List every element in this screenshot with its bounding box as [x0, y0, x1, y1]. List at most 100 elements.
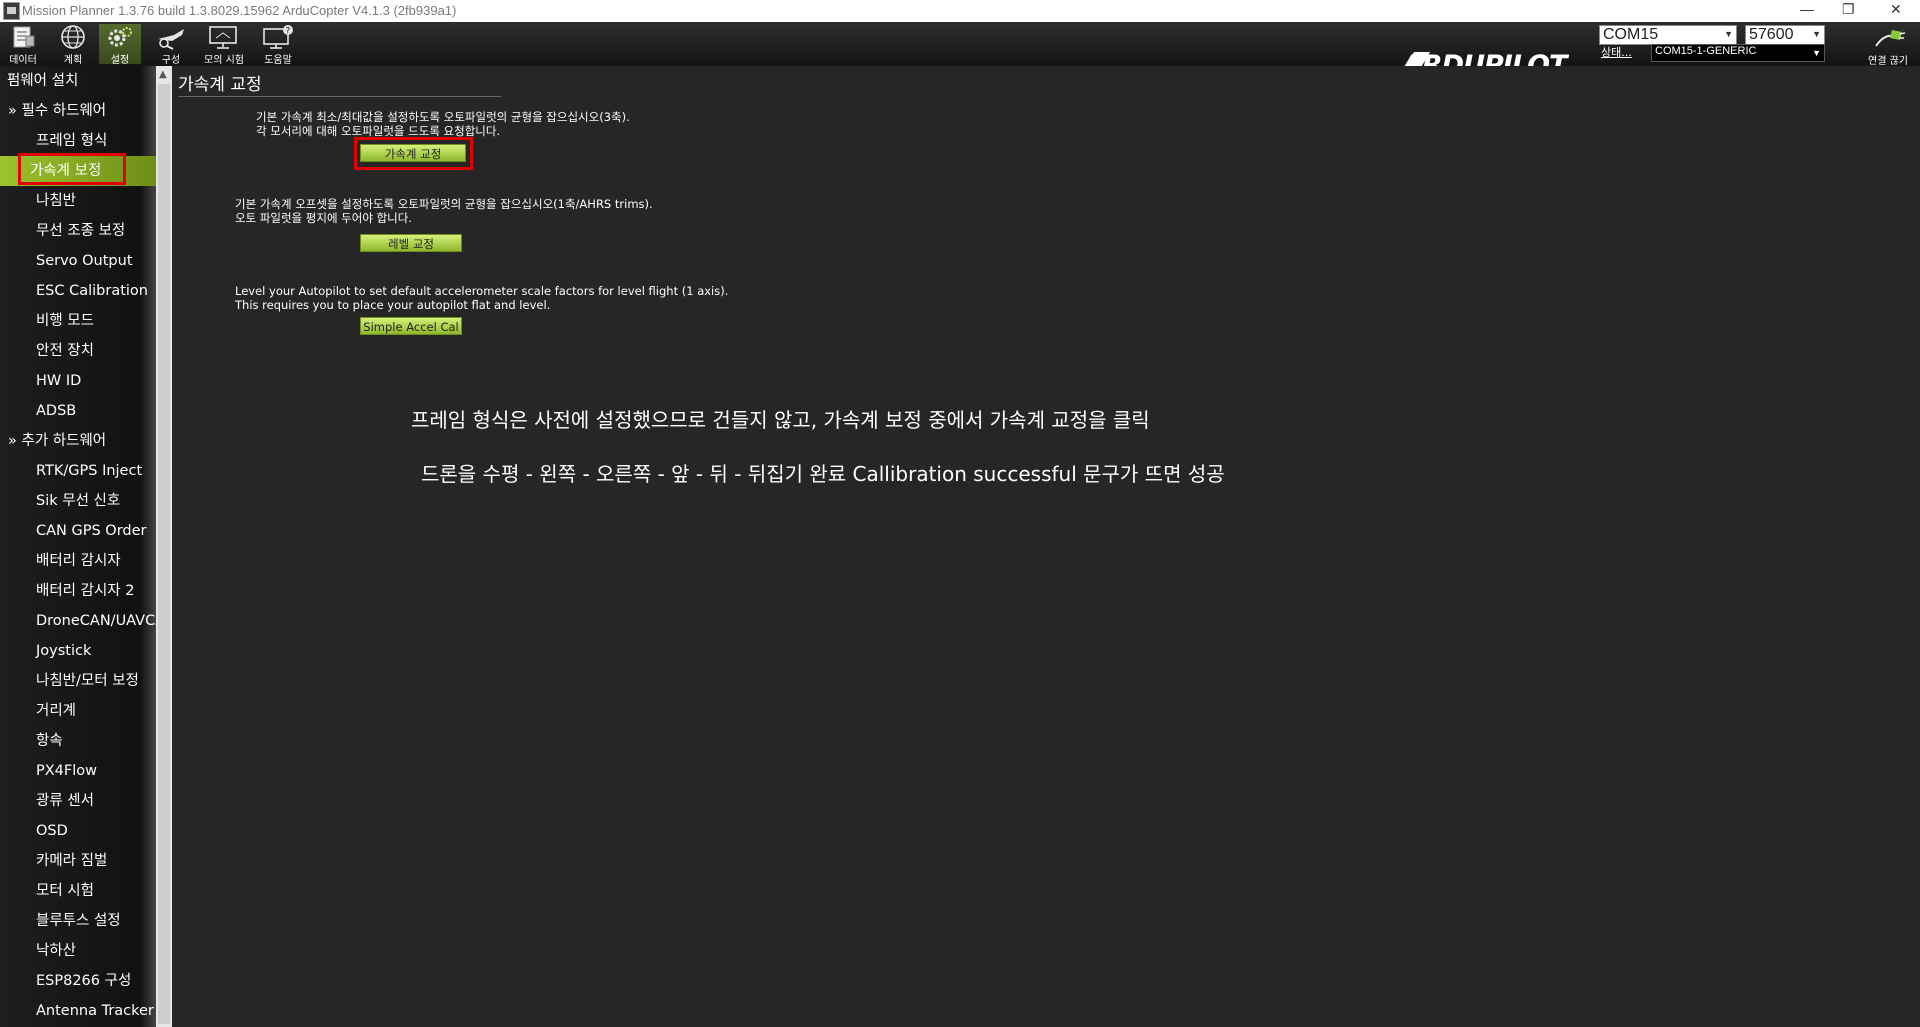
sidebar-header-optional-hardware[interactable]: » 추가 하드웨어 [0, 426, 156, 456]
accel-cal-description: 기본 가속계 최소/최대값을 설정하도록 오토파일럿의 균형을 잡으십시오(3축… [256, 110, 630, 138]
toolbar-setup-label: 설정 [110, 55, 130, 66]
plug-icon [1875, 30, 1906, 47]
sidebar-item-rangefinder[interactable]: 거리계 [0, 696, 156, 726]
sidebar-item-rtk-gps-inject[interactable]: RTK/GPS Inject [0, 456, 156, 486]
scroll-up-icon[interactable]: ▲ [159, 69, 167, 80]
toolbar-data-label: 데이터 [9, 55, 37, 66]
com-port-select[interactable]: COM15 ▼ [1599, 25, 1737, 45]
svg-text:?: ? [286, 27, 291, 37]
sidebar-item-airspeed[interactable]: 항속 [0, 726, 156, 756]
sidebar-item-label: Antenna Tracker [36, 1003, 154, 1019]
status-link[interactable]: 상태... [1601, 44, 1632, 60]
simple-cal-line1: Level your Autopilot to set default acce… [235, 284, 729, 298]
wrench-plane-icon [158, 29, 184, 50]
scrollbar-thumb[interactable] [158, 84, 170, 1024]
sidebar-item-flight-modes[interactable]: 비행 모드 [0, 306, 156, 336]
sidebar-item-label: HW ID [36, 373, 82, 389]
toolbar-config-button[interactable]: 구성 [150, 24, 192, 66]
sidebar-item-label: ESC Calibration [36, 283, 148, 299]
sidebar-item-esp8266[interactable]: ESP8266 구성 [0, 966, 156, 996]
sidebar-item-esc-calibration[interactable]: ESC Calibration [0, 276, 156, 306]
close-button[interactable]: ✕ [1890, 1, 1902, 18]
accel-cal-line1: 기본 가속계 최소/최대값을 설정하도록 오토파일럿의 균형을 잡으십시오(3축… [256, 110, 630, 124]
sidebar-item-install-firmware[interactable]: 펌웨어 설치 [0, 66, 156, 96]
sidebar-item-label: 펌웨어 설치 [7, 73, 79, 89]
annotation-instruction-1: 프레임 형식은 사전에 설정했으므로 건들지 않고, 가속계 보정 중에서 가속… [411, 408, 1150, 432]
sidebar-header-mandatory-hardware[interactable]: » 필수 하드웨어 [0, 96, 156, 126]
sidebar-item-label: DroneCAN/UAVCAN [36, 613, 156, 629]
sidebar-item-joystick[interactable]: Joystick [0, 636, 156, 666]
sidebar-item-label: 나침반 [36, 193, 77, 209]
baud-rate-value: 57600 [1749, 26, 1794, 43]
sidebar-item-antenna-tracker[interactable]: Antenna Tracker [0, 996, 156, 1026]
sidebar-item-label: 낙하산 [36, 943, 77, 959]
disconnect-button[interactable]: 연결 끊기 [1858, 26, 1918, 67]
accel-calibration-panel: 가속계 교정 기본 가속계 최소/최대값을 설정하도록 오토파일럿의 균형을 잡… [172, 66, 1920, 1027]
setup-sidebar: 펌웨어 설치 » 필수 하드웨어 프레임 형식 가속계 보정 나침반 무선 조종… [0, 66, 156, 1027]
chevron-down-icon: ▼ [1812, 48, 1821, 58]
toolbar-data-button[interactable]: 데이터 [2, 24, 44, 66]
sidebar-item-label: 광류 센서 [36, 793, 94, 809]
accel-cal-line2: 각 모서리에 대해 오토파일럿을 드도록 요청합니다. [256, 124, 501, 138]
sidebar-item-battery-monitor[interactable]: 배터리 감시자 [0, 546, 156, 576]
restore-button[interactable]: ❐ [1842, 1, 1855, 18]
sidebar-item-label: ADSB [36, 403, 77, 419]
sidebar-item-dronecan[interactable]: DroneCAN/UAVCAN [0, 606, 156, 636]
simple-accel-cal-button[interactable]: Simple Accel Cal [360, 317, 462, 335]
sidebar-item-osd[interactable]: OSD [0, 816, 156, 846]
sidebar-item-can-gps-order[interactable]: CAN GPS Order [0, 516, 156, 546]
port-detail-value: COM15-1-GENERIC [1655, 45, 1757, 57]
sidebar-item-frame-type[interactable]: 프레임 형식 [0, 126, 156, 156]
monitor-icon [209, 26, 237, 49]
sidebar-item-label: 비행 모드 [36, 313, 94, 329]
toolbar-help-button[interactable]: ? 도움말 [256, 24, 300, 66]
sidebar-item-label: 프레임 형식 [36, 133, 108, 149]
sidebar-item-label: Sik 무선 신호 [36, 493, 121, 509]
sidebar-item-label: » 추가 하드웨어 [8, 433, 107, 449]
sidebar-item-parachute[interactable]: 낙하산 [0, 936, 156, 966]
annotation-instruction-2: 드론을 수평 - 왼쪽 - 오른쪽 - 앞 - 뒤 - 뒤집기 완료 Calli… [421, 462, 1225, 486]
com-port-value: COM15 [1603, 26, 1659, 43]
sidebar-item-bluetooth[interactable]: 블루투스 설정 [0, 906, 156, 936]
minimize-button[interactable]: — [1800, 1, 1814, 17]
sidebar-item-motor-test[interactable]: 모터 시험 [0, 876, 156, 906]
chevron-down-icon: ▼ [1724, 29, 1733, 39]
baud-rate-select[interactable]: 57600 ▼ [1745, 25, 1825, 45]
sidebar-item-battery-monitor-2[interactable]: 배터리 감시자 2 [0, 576, 156, 606]
window-title: Mission Planner 1.3.76 build 1.3.8029.15… [22, 3, 457, 18]
sidebar-item-radio-calibration[interactable]: 무선 조종 보정 [0, 216, 156, 246]
sidebar-item-px4flow[interactable]: PX4Flow [0, 756, 156, 786]
chevron-down-icon: ▼ [1812, 29, 1821, 39]
toolbar-simulation-button[interactable]: 모의 시험 [198, 24, 250, 66]
simple-cal-description: Level your Autopilot to set default acce… [235, 284, 728, 312]
toolbar-setup-button[interactable]: 설정 [99, 24, 141, 66]
title-divider [178, 96, 501, 97]
sidebar-item-compass[interactable]: 나침반 [0, 186, 156, 216]
sidebar-item-label: 모터 시험 [36, 883, 94, 899]
sidebar-item-optical-flow[interactable]: 광류 센서 [0, 786, 156, 816]
toolbar-plan-label: 계획 [63, 55, 83, 66]
sidebar-item-label: 거리계 [36, 703, 77, 719]
sidebar-item-label: Joystick [36, 643, 92, 659]
sidebar-item-adsb[interactable]: ADSB [0, 396, 156, 426]
level-cal-line2: 오토 파일럿을 평지에 두어야 합니다. [235, 211, 412, 225]
sidebar-item-label: 블루투스 설정 [36, 913, 121, 929]
sidebar-item-camera-gimbal[interactable]: 카메라 짐벌 [0, 846, 156, 876]
sidebar-item-failsafe[interactable]: 안전 장치 [0, 336, 156, 366]
toolbar-plan-button[interactable]: 계획 [52, 24, 94, 66]
toolbar-help-label: 도움말 [264, 55, 292, 66]
sidebar-item-label: ESP8266 구성 [36, 973, 132, 989]
data-icon [13, 26, 35, 48]
sidebar-item-label: RTK/GPS Inject [36, 463, 143, 479]
sidebar-header-label: 추가 하드웨어 [21, 433, 107, 449]
sidebar-header-label: 필수 하드웨어 [21, 103, 107, 119]
gear-icon [108, 27, 132, 47]
sidebar-item-sik-radio[interactable]: Sik 무선 신호 [0, 486, 156, 516]
sidebar-item-label: 카메라 짐벌 [36, 853, 108, 869]
sidebar-item-servo-output[interactable]: Servo Output [0, 246, 156, 276]
sidebar-scrollbar[interactable]: ▲ [156, 66, 172, 1027]
port-detail-select[interactable]: COM15-1-GENERIC ▼ [1651, 44, 1825, 62]
calibrate-level-button[interactable]: 레벨 교정 [360, 234, 462, 252]
sidebar-item-hw-id[interactable]: HW ID [0, 366, 156, 396]
sidebar-item-compass-motor[interactable]: 나침반/모터 보정 [0, 666, 156, 696]
